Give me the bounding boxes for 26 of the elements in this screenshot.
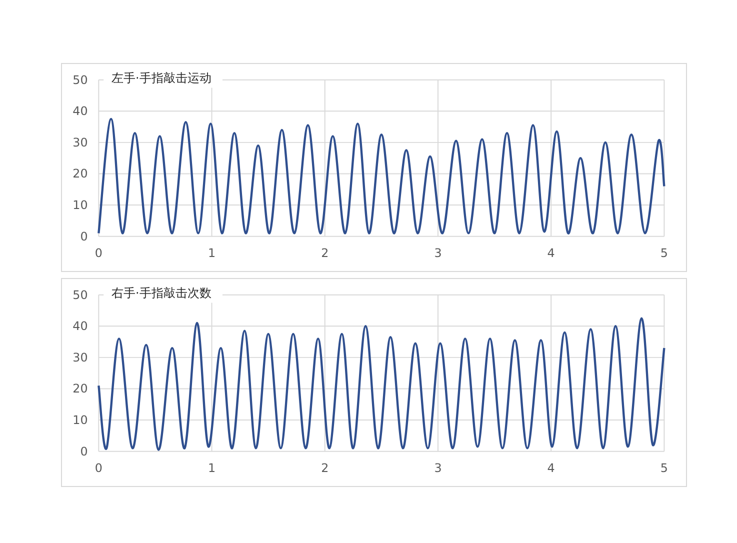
y-tick-label: 10	[72, 198, 88, 212]
chart-title: 右手·手指敲击次数	[112, 286, 212, 300]
y-tick-label: 50	[72, 72, 88, 87]
y-tick-label: 30	[72, 350, 88, 364]
y-tick-label: 20	[72, 382, 88, 396]
y-tick-label: 30	[72, 135, 88, 150]
y-tick-label: 0	[80, 229, 88, 244]
y-tick-label: 50	[72, 288, 88, 302]
chart-title: 左手·手指敲击运动	[112, 70, 212, 85]
y-tick-label: 10	[72, 413, 88, 427]
y-tick-label: 40	[72, 319, 88, 334]
x-tick-label: 1	[208, 246, 216, 260]
x-tick-label: 3	[434, 246, 442, 260]
x-tick-label: 2	[321, 246, 329, 260]
y-tick-label: 20	[72, 166, 88, 181]
x-tick-label: 5	[660, 246, 668, 260]
y-tick-label: 0	[80, 444, 88, 458]
x-tick-label: 4	[547, 461, 555, 476]
y-tick-label: 40	[72, 104, 88, 118]
x-tick-label: 5	[660, 461, 668, 476]
x-tick-label: 1	[208, 461, 216, 476]
x-tick-label: 3	[434, 461, 442, 476]
x-tick-label: 4	[547, 246, 555, 260]
x-tick-label: 0	[94, 246, 102, 260]
x-tick-label: 0	[94, 461, 102, 476]
x-tick-label: 2	[321, 461, 329, 476]
